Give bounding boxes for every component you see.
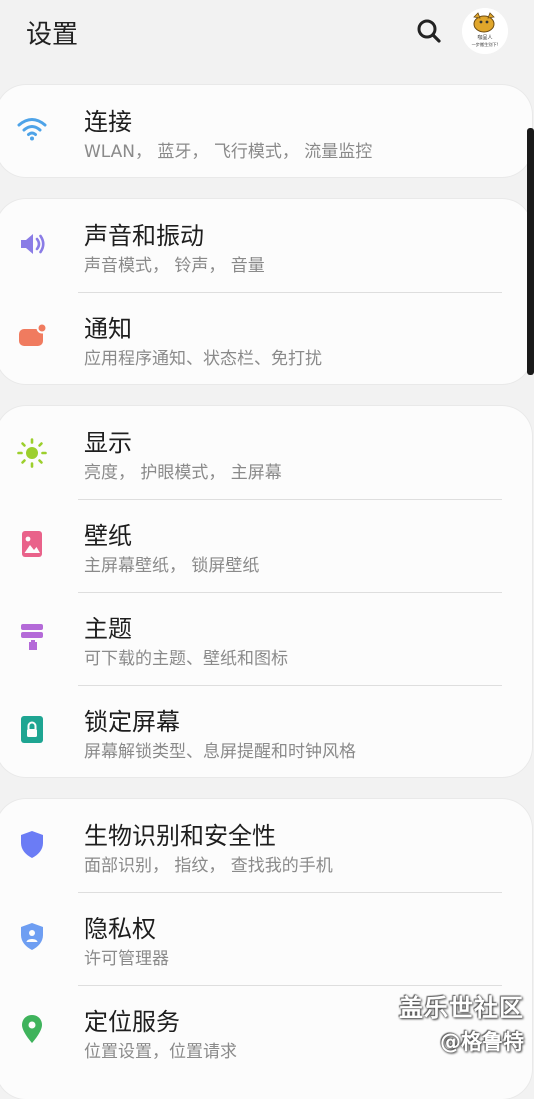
settings-item-sound[interactable]: 声音和振动 声音模式， 铃声， 音量 [0, 199, 532, 292]
item-title: 连接 [84, 108, 132, 136]
item-subtitle: 声音模式， 铃声， 音量 [84, 256, 265, 276]
watermark-author: @格鲁特 [440, 1030, 524, 1054]
avatar-text-2: 一步搬生别下! [472, 41, 499, 48]
theme-brush-icon [16, 621, 48, 653]
divider [78, 292, 502, 293]
lock-icon [16, 713, 48, 745]
brightness-icon [16, 437, 48, 469]
item-subtitle: 位置设置，位置请求 [84, 1042, 237, 1062]
item-subtitle: 亮度， 护眼模式， 主屏幕 [84, 463, 282, 483]
avatar[interactable]: 咖呈人 一步搬生别下! [462, 8, 508, 54]
avatar-text-1: 咖呈人 [477, 34, 492, 41]
item-title: 壁纸 [84, 522, 132, 550]
item-subtitle: 屏幕解锁类型、息屏提醒和时钟风格 [84, 742, 356, 762]
divider [78, 985, 502, 986]
shield-icon [16, 828, 48, 860]
search-button[interactable] [412, 14, 446, 48]
item-subtitle: 主屏幕壁纸， 锁屏壁纸 [84, 556, 260, 576]
item-title: 显示 [84, 429, 132, 457]
item-subtitle: 面部识别， 指纹， 查找我的手机 [84, 856, 333, 876]
settings-item-biometrics[interactable]: 生物识别和安全性 面部识别， 指纹， 查找我的手机 [0, 799, 532, 892]
search-icon [417, 19, 441, 43]
watermark-community: 盖乐世社区 [399, 994, 524, 1022]
divider [78, 685, 502, 686]
settings-item-connections[interactable]: 连接 WLAN， 蓝牙， 飞行模式， 流量监控 [0, 85, 532, 178]
volume-icon [16, 228, 48, 260]
settings-item-notifications[interactable]: 通知 应用程序通知、状态栏、免打扰 [0, 292, 532, 385]
top-bar: 设置 咖呈人 一步搬生别下! [0, 0, 534, 64]
settings-card-sound-notify: 声音和振动 声音模式， 铃声， 音量 通知 应用程序通知、状态栏、免打扰 [0, 199, 532, 384]
item-subtitle: WLAN， 蓝牙， 飞行模式， 流量监控 [84, 142, 373, 162]
settings-card-display: 显示 亮度， 护眼模式， 主屏幕 壁纸 主屏幕壁纸， 锁屏壁纸 主题 可下载的主… [0, 406, 532, 777]
item-subtitle: 许可管理器 [84, 949, 169, 969]
item-subtitle: 应用程序通知、状态栏、免打扰 [84, 349, 322, 369]
item-title: 通知 [84, 315, 132, 343]
location-pin-icon [16, 1013, 48, 1045]
settings-item-privacy[interactable]: 隐私权 许可管理器 [0, 892, 532, 985]
item-subtitle: 可下载的主题、壁纸和图标 [84, 649, 288, 669]
divider [78, 592, 502, 593]
item-title: 锁定屏幕 [84, 708, 180, 736]
settings-item-lock-screen[interactable]: 锁定屏幕 屏幕解锁类型、息屏提醒和时钟风格 [0, 685, 532, 778]
item-title: 定位服务 [84, 1008, 180, 1036]
settings-item-display[interactable]: 显示 亮度， 护眼模式， 主屏幕 [0, 406, 532, 499]
item-title: 主题 [84, 615, 132, 643]
item-title: 隐私权 [84, 915, 156, 943]
wifi-icon [16, 113, 48, 145]
settings-item-wallpaper[interactable]: 壁纸 主屏幕壁纸， 锁屏壁纸 [0, 499, 532, 592]
item-title: 声音和振动 [84, 222, 204, 250]
page-title: 设置 [26, 20, 79, 50]
avatar-image: 咖呈人 一步搬生别下! [462, 8, 508, 54]
item-title: 生物识别和安全性 [84, 822, 276, 850]
privacy-shield-icon [16, 920, 48, 952]
notification-icon [16, 320, 48, 352]
divider [78, 892, 502, 893]
wallpaper-icon [16, 528, 48, 560]
settings-card-connections: 连接 WLAN， 蓝牙， 飞行模式， 流量监控 [0, 85, 532, 177]
divider [78, 499, 502, 500]
settings-item-themes[interactable]: 主题 可下载的主题、壁纸和图标 [0, 592, 532, 685]
edge-panel-handle[interactable] [527, 128, 534, 375]
